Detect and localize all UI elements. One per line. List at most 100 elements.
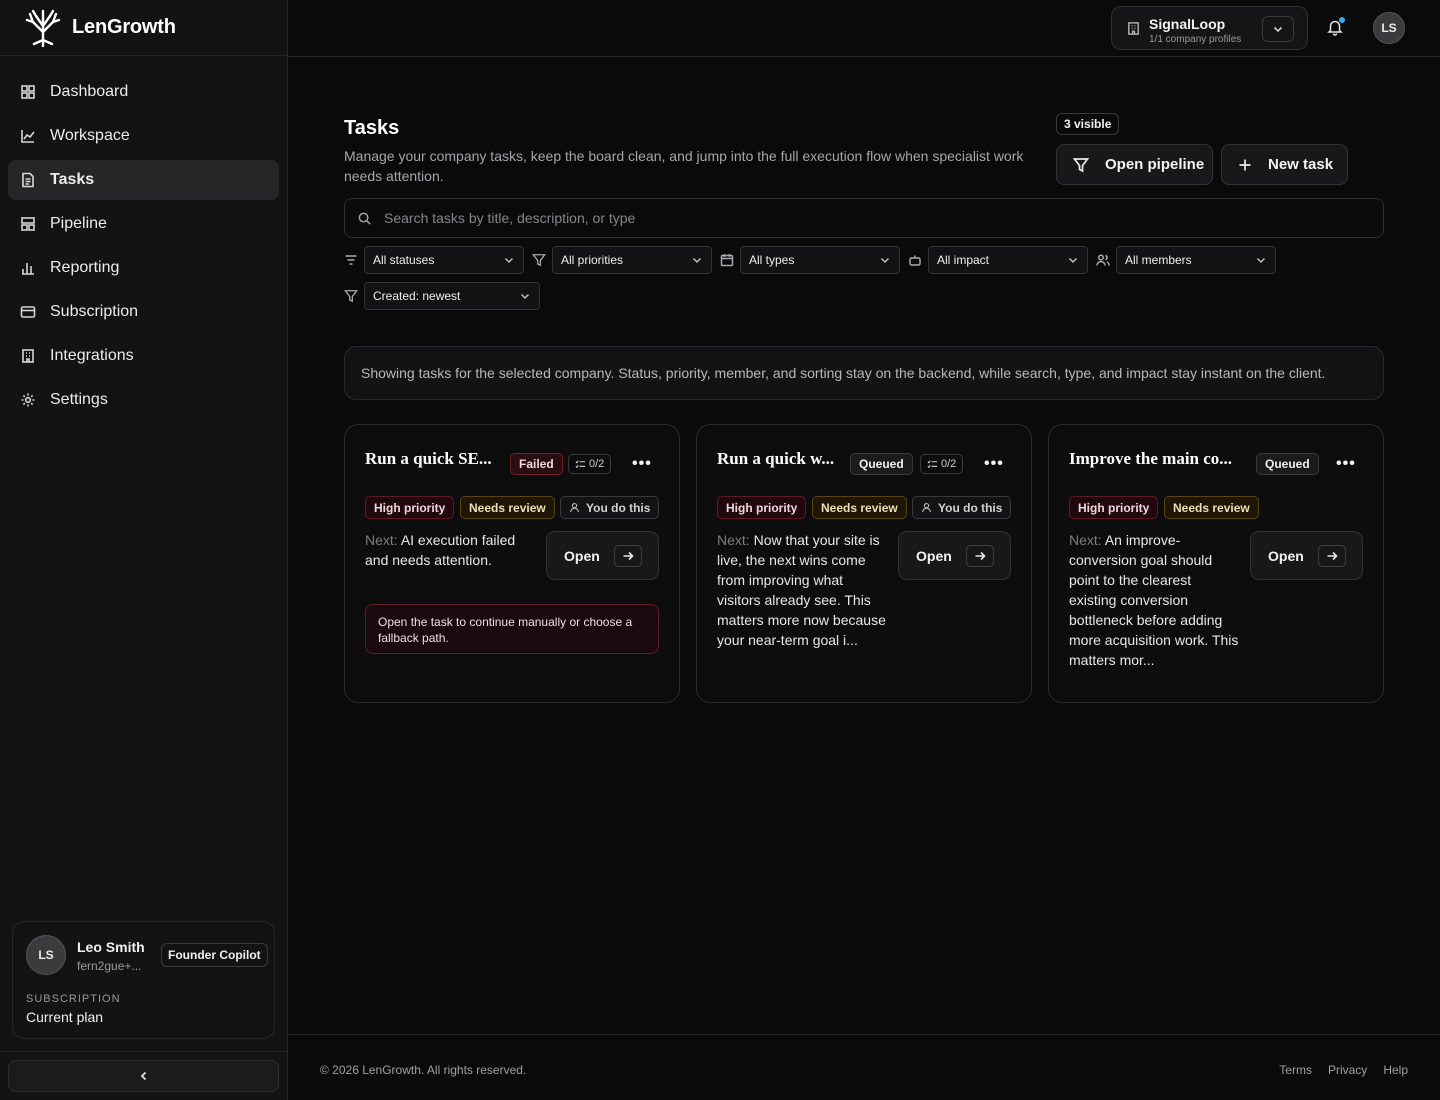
open-label: Open: [564, 547, 600, 564]
next-description: An improve-conversion goal should point …: [1069, 532, 1239, 668]
company-switcher[interactable]: SignalLoop 1/1 company profiles: [1111, 6, 1308, 50]
sort-select[interactable]: Created: newest: [364, 282, 540, 310]
assignee-tag: You do this: [912, 496, 1012, 519]
list-filter-icon: [345, 255, 357, 265]
task-title[interactable]: Improve the main co...: [1069, 449, 1232, 469]
new-task-button[interactable]: New task: [1221, 144, 1348, 185]
task-card[interactable]: Run a quick SE... Failed 0/2 ••• High pr…: [344, 424, 680, 703]
sidebar-item-subscription[interactable]: Subscription: [8, 292, 279, 332]
impact-select-value: All impact: [937, 253, 990, 267]
sort-select-value: Created: newest: [373, 289, 461, 303]
more-options-icon[interactable]: •••: [632, 455, 652, 473]
filter-icon: [344, 290, 358, 303]
sidebar-item-label: Integrations: [50, 347, 134, 364]
task-title[interactable]: Run a quick SE...: [365, 449, 492, 469]
review-tag: Needs review: [812, 496, 907, 519]
next-step-text: Next: An improve-conversion goal should …: [1069, 530, 1239, 670]
review-tag: Needs review: [1164, 496, 1259, 519]
more-options-icon[interactable]: •••: [1336, 455, 1356, 473]
impact-filter: All impact: [908, 246, 1088, 274]
sidebar-item-reporting[interactable]: Reporting: [8, 248, 279, 288]
open-task-button[interactable]: Open: [546, 531, 659, 580]
brand-logo[interactable]: LenGrowth: [0, 0, 287, 56]
task-card[interactable]: Run a quick w... Queued 0/2 ••• High pri…: [696, 424, 1032, 703]
open-pipeline-label: Open pipeline: [1105, 156, 1205, 173]
privacy-link[interactable]: Privacy: [1328, 1063, 1367, 1077]
search-bar[interactable]: [344, 198, 1384, 238]
company-dropdown-button[interactable]: [1262, 16, 1294, 42]
steps-count: 0/2: [941, 458, 957, 470]
page-title: Tasks: [344, 117, 400, 139]
sidebar-item-label: Dashboard: [50, 83, 129, 100]
sidebar-item-tasks[interactable]: Tasks: [8, 160, 279, 200]
visible-count-badge: 3 visible: [1056, 113, 1120, 135]
priority-tag: High priority: [365, 496, 455, 519]
type-select[interactable]: All types: [740, 246, 900, 274]
assignee-tag-label: You do this: [938, 500, 1003, 515]
impact-select[interactable]: All impact: [928, 246, 1088, 274]
terms-link[interactable]: Terms: [1279, 1063, 1312, 1077]
status-select[interactable]: All statuses: [364, 246, 524, 274]
gear-icon: [21, 393, 35, 407]
building-icon: [1128, 22, 1139, 35]
collapse-sidebar-button[interactable]: [8, 1060, 279, 1092]
sidebar-item-label: Subscription: [50, 303, 139, 320]
priority-tag: High priority: [1069, 496, 1159, 519]
user-email: fern2gue+...: [77, 959, 142, 973]
open-task-button[interactable]: Open: [1250, 531, 1363, 580]
building-icon: [22, 349, 34, 363]
plus-icon: [1239, 159, 1251, 170]
members-select[interactable]: All members: [1116, 246, 1276, 274]
open-task-button[interactable]: Open: [898, 531, 1011, 580]
dashboard-icon: [21, 85, 35, 99]
status-select-value: All statuses: [373, 253, 435, 267]
more-options-icon[interactable]: •••: [984, 455, 1004, 473]
brand-name: LenGrowth: [72, 16, 176, 38]
members-filter: All members: [1096, 246, 1276, 274]
info-banner: Showing tasks for the selected company. …: [344, 346, 1384, 400]
sidebar-item-pipeline[interactable]: Pipeline: [8, 204, 279, 244]
sidebar-item-settings[interactable]: Settings: [8, 380, 279, 420]
new-task-label: New task: [1268, 156, 1334, 173]
chevron-down-icon: [520, 293, 530, 300]
subscription-plan: Current plan: [26, 1009, 104, 1025]
arrow-right-icon: [623, 551, 634, 560]
user-avatar-button[interactable]: LS: [1373, 12, 1405, 44]
task-card[interactable]: Improve the main co... Queued ••• High p…: [1048, 424, 1384, 703]
checklist-icon: [927, 460, 938, 468]
sort-filter: Created: newest: [344, 282, 540, 310]
sidebar-item-workspace[interactable]: Workspace: [8, 116, 279, 156]
chevron-down-icon: [692, 257, 702, 264]
sidebar-item-integrations[interactable]: Integrations: [8, 336, 279, 376]
open-pipeline-button[interactable]: Open pipeline: [1056, 144, 1213, 185]
user-icon: [570, 503, 579, 513]
chevron-down-icon: [504, 257, 514, 264]
next-step-text: Next: Now that your site is live, the ne…: [717, 530, 887, 650]
subscription-label: SUBSCRIPTION: [26, 993, 121, 1005]
avatar: LS: [26, 935, 66, 975]
sidebar-item-label: Tasks: [50, 171, 95, 188]
user-card[interactable]: LS Leo Smith fern2gue+... Founder Copilo…: [12, 921, 275, 1039]
footer-links: Terms Privacy Help: [1279, 1063, 1408, 1077]
help-link[interactable]: Help: [1383, 1063, 1408, 1077]
task-title[interactable]: Run a quick w...: [717, 449, 834, 469]
topbar: SignalLoop 1/1 company profiles LS: [288, 0, 1440, 57]
search-input[interactable]: [384, 210, 1284, 226]
status-badge: Failed: [510, 453, 563, 475]
chevron-down-icon: [1273, 26, 1283, 33]
type-select-value: All types: [749, 253, 795, 267]
bot-icon: [909, 255, 921, 266]
status-filter: All statuses: [344, 246, 524, 274]
steps-badge: 0/2: [568, 454, 612, 474]
user-name: Leo Smith: [77, 939, 145, 955]
assignee-tag: You do this: [560, 496, 660, 519]
sidebar-item-dashboard[interactable]: Dashboard: [8, 72, 279, 112]
sidebar-item-label: Workspace: [50, 127, 130, 144]
bar-chart-icon: [22, 263, 34, 275]
open-label: Open: [916, 547, 952, 564]
role-badge: Founder Copilot: [161, 943, 268, 967]
status-badge: Queued: [850, 453, 913, 475]
chart-line-icon: [21, 130, 35, 143]
arrow-right-icon: [975, 551, 986, 560]
priority-select[interactable]: All priorities: [552, 246, 712, 274]
